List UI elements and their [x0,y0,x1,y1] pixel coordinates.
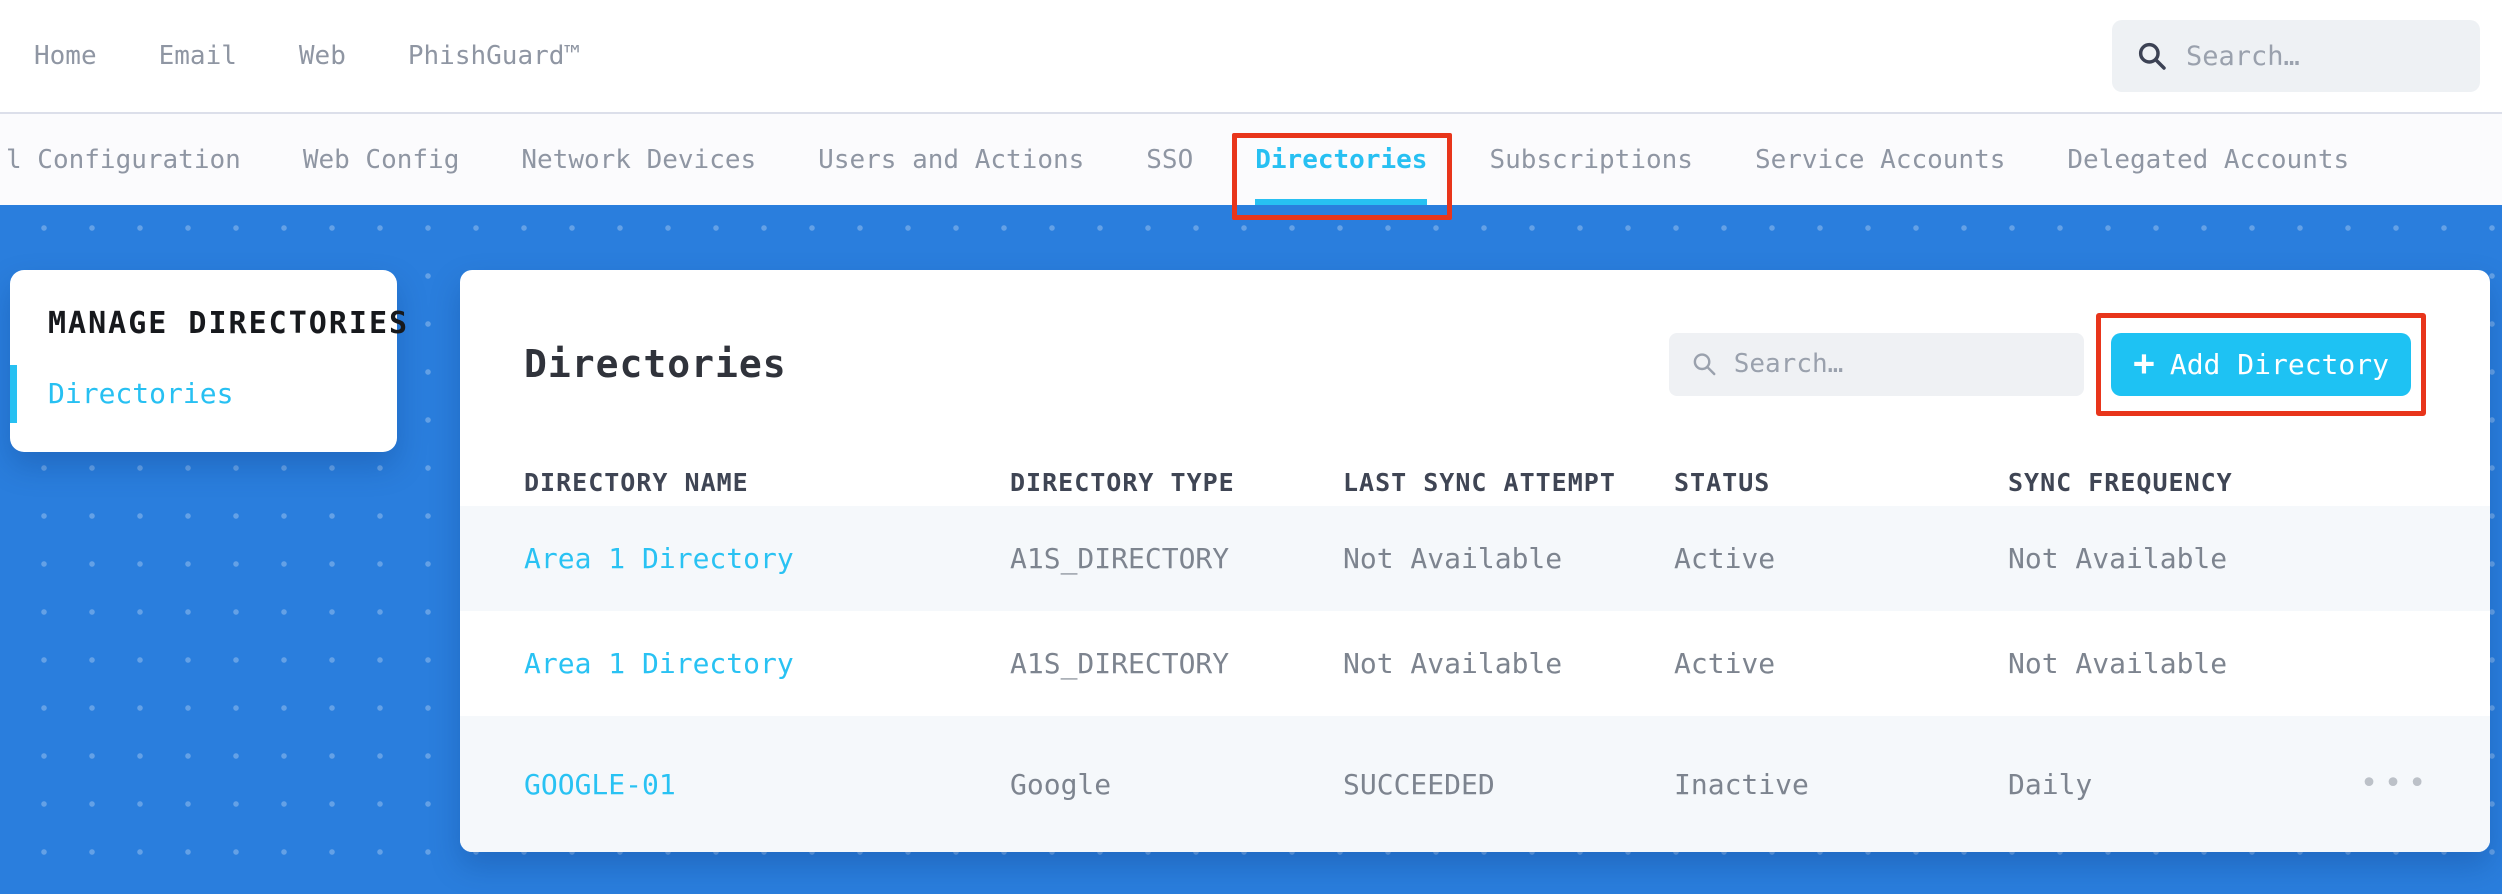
tab-sso[interactable]: SSO [1146,114,1193,205]
tab-web-config[interactable]: Web Config [303,114,460,205]
tab-email-configuration[interactable]: l Configuration [6,114,241,205]
panel-title: MANAGE DIRECTORIES [48,306,410,341]
col-status: STATUS [1674,467,1771,497]
topnav-item-home[interactable]: Home [34,41,97,71]
cell-status: Inactive [1674,767,1809,801]
sidebar-item-label: Directories [48,377,234,410]
col-directory-name: DIRECTORY NAME [524,467,749,497]
plus-icon: + [2133,343,2155,384]
global-search[interactable] [2112,20,2480,92]
directories-card: Directories + Add Directory [460,270,2490,852]
directory-name-link[interactable]: Area 1 Directory [524,647,1010,680]
manage-directories-panel: MANAGE DIRECTORIES Directories [10,270,410,452]
tab-service-accounts[interactable]: Service Accounts [1755,114,2005,205]
topnav-item-email[interactable]: Email [159,41,237,71]
topnav-item-phishguard[interactable]: PhishGuard™ [408,41,580,71]
page-title: Directories [524,342,787,386]
cell-directory-type: Google [1010,767,1112,801]
cell-frequency: Daily [2008,767,2093,801]
search-icon [2138,42,2166,70]
directories-search-input[interactable] [1733,349,2063,379]
header-controls: + Add Directory [1669,312,2426,416]
annotation-box-add-directory: + Add Directory [2096,312,2426,416]
ellipsis-icon[interactable]: ••• [2360,769,2432,799]
global-search-input[interactable] [2186,40,2456,72]
directory-name-link[interactable]: Area 1 Directory [524,542,1010,575]
cell-last-sync: Not Available [1343,542,1563,575]
table-row: Area 1 Directory A1S_DIRECTORY Not Avail… [460,506,2490,611]
table-row: Area 1 Directory A1S_DIRECTORY Not Avail… [460,611,2490,716]
secondary-navigation-bar: l Configuration Web Config Network Devic… [0,114,2502,220]
directories-search[interactable] [1669,332,2085,396]
cell-directory-type: A1S_DIRECTORY [1010,647,1230,680]
cell-last-sync: SUCCEEDED [1343,767,1495,801]
cell-frequency: Not Available [2008,647,2228,680]
directory-name-link[interactable]: GOOGLE-01 [524,768,1010,801]
search-icon [1693,353,1716,376]
active-tab-underline [1255,199,1428,205]
tab-directories-label: Directories [1255,144,1428,175]
cell-frequency: Not Available [2008,542,2228,575]
topnav-item-web[interactable]: Web [299,41,346,71]
cell-status: Active [1674,542,1776,575]
top-nav-items: Home Email Web PhishGuard™ [34,41,580,71]
tab-directories[interactable]: Directories [1232,114,1453,220]
add-directory-label: Add Directory [2169,347,2389,381]
table-row: GOOGLE-01 Google SUCCEEDED Inactive Dail… [460,716,2490,852]
sidebar-item-directories[interactable]: Directories [10,365,359,423]
cell-directory-type: A1S_DIRECTORY [1010,542,1230,575]
col-last-sync-attempt: LAST SYNC ATTEMPT [1343,467,1616,497]
card-header: Directories + Add Directory [460,270,2490,458]
add-directory-button[interactable]: + Add Directory [2111,332,2411,396]
col-sync-frequency: SYNC FREQUENCY [2008,467,2233,497]
cell-last-sync: Not Available [1343,647,1563,680]
top-navigation-bar: Home Email Web PhishGuard™ [0,0,2502,112]
tab-users-and-actions[interactable]: Users and Actions [818,114,1084,205]
col-directory-type: DIRECTORY TYPE [1010,467,1235,497]
active-item-indicator [10,365,17,423]
content-area: MANAGE DIRECTORIES Directories Directori… [0,205,2502,894]
tab-subscriptions[interactable]: Subscriptions [1489,114,1693,205]
tab-network-devices[interactable]: Network Devices [521,114,756,205]
cell-actions: ••• [2360,769,2474,799]
table-header-row: DIRECTORY NAME DIRECTORY TYPE LAST SYNC … [460,458,2490,506]
tab-delegated-accounts[interactable]: Delegated Accounts [2067,114,2349,205]
cell-status: Active [1674,647,1776,680]
